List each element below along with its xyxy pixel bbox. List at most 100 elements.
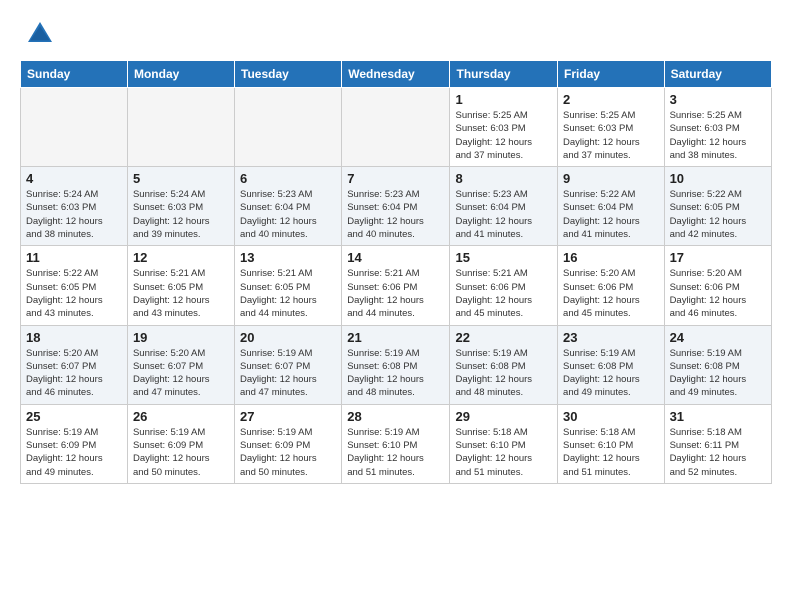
- calendar-cell: 9Sunrise: 5:22 AM Sunset: 6:04 PM Daylig…: [558, 167, 665, 246]
- day-info: Sunrise: 5:23 AM Sunset: 6:04 PM Dayligh…: [240, 188, 336, 241]
- day-number: 17: [670, 250, 766, 265]
- day-number: 19: [133, 330, 229, 345]
- day-info: Sunrise: 5:23 AM Sunset: 6:04 PM Dayligh…: [455, 188, 552, 241]
- calendar-cell: 7 Sunrise: 5:23 AM Sunset: 6:04 PM Daylig…: [342, 167, 450, 246]
- calendar-cell: 24 Sunrise: 5:19 AM Sunset: 6:08 PM Dayli…: [664, 325, 771, 404]
- weekday-header: Wednesday: [342, 61, 450, 88]
- day-info: Sunrise: 5:19 AM Sunset: 6:08 PM Dayligh…: [455, 347, 552, 400]
- day-number: 7: [347, 171, 444, 186]
- day-info: Sunrise: 5:22 AM Sunset: 6:05 PM Dayligh…: [26, 267, 122, 320]
- day-number: 4: [26, 171, 122, 186]
- day-info: Sunrise: 5:19 AM Sunset: 6:10 PM Dayligh…: [347, 426, 444, 479]
- calendar-cell: 6 Sunrise: 5:23 AM Sunset: 6:04 PM Daylig…: [235, 167, 342, 246]
- day-info: Sunrise: 5:24 AM Sunset: 6:03 PM Dayligh…: [26, 188, 122, 241]
- day-info: Sunrise: 5:21 AM Sunset: 6:06 PM Dayligh…: [347, 267, 444, 320]
- day-info: Sunrise: 5:21 AM Sunset: 6:05 PM Dayligh…: [240, 267, 336, 320]
- day-info: Sunrise: 5:23 AM Sunset: 6:04 PM Dayligh…: [347, 188, 444, 241]
- day-number: 27: [240, 409, 336, 424]
- calendar-cell: 4 Sunrise: 5:24 AM Sunset: 6:03 PM Daylig…: [21, 167, 128, 246]
- day-info: Sunrise: 5:20 AM Sunset: 6:06 PM Dayligh…: [670, 267, 766, 320]
- day-number: 5: [133, 171, 229, 186]
- day-number: 26: [133, 409, 229, 424]
- calendar-cell: 23 Sunrise: 5:19 AM Sunset: 6:08 PM Dayli…: [558, 325, 665, 404]
- calendar-cell: [21, 88, 128, 167]
- day-info: Sunrise: 5:21 AM Sunset: 6:06 PM Dayligh…: [455, 267, 552, 320]
- calendar-cell: 2 Sunrise: 5:25 AM Sunset: 6:03 PM Daylig…: [558, 88, 665, 167]
- calendar-table: SundayMondayTuesdayWednesdayThursdayFrid…: [20, 60, 772, 484]
- day-number: 8: [455, 171, 552, 186]
- calendar-cell: 15 Sunrise: 5:21 AM Sunset: 6:06 PM Dayli…: [450, 246, 558, 325]
- calendar-cell: 22Sunrise: 5:19 AM Sunset: 6:08 PM Dayli…: [450, 325, 558, 404]
- calendar-cell: 20 Sunrise: 5:19 AM Sunset: 6:07 PM Dayli…: [235, 325, 342, 404]
- day-number: 20: [240, 330, 336, 345]
- weekday-header: Saturday: [664, 61, 771, 88]
- day-number: 24: [670, 330, 766, 345]
- day-info: Sunrise: 5:22 AM Sunset: 6:05 PM Dayligh…: [670, 188, 766, 241]
- calendar-cell: 5Sunrise: 5:24 AM Sunset: 6:03 PM Daylig…: [127, 167, 234, 246]
- calendar-cell: 30Sunrise: 5:18 AM Sunset: 6:10 PM Dayli…: [558, 404, 665, 483]
- day-number: 28: [347, 409, 444, 424]
- day-info: Sunrise: 5:20 AM Sunset: 6:06 PM Dayligh…: [563, 267, 659, 320]
- logo: [24, 18, 60, 50]
- day-number: 13: [240, 250, 336, 265]
- calendar-header-row: SundayMondayTuesdayWednesdayThursdayFrid…: [21, 61, 772, 88]
- calendar-wrapper: SundayMondayTuesdayWednesdayThursdayFrid…: [0, 60, 792, 494]
- day-info: Sunrise: 5:21 AM Sunset: 6:05 PM Dayligh…: [133, 267, 229, 320]
- calendar-cell: 1 Sunrise: 5:25 AM Sunset: 6:03 PM Daylig…: [450, 88, 558, 167]
- day-info: Sunrise: 5:18 AM Sunset: 6:10 PM Dayligh…: [563, 426, 659, 479]
- day-info: Sunrise: 5:20 AM Sunset: 6:07 PM Dayligh…: [133, 347, 229, 400]
- day-info: Sunrise: 5:19 AM Sunset: 6:07 PM Dayligh…: [240, 347, 336, 400]
- calendar-cell: 16 Sunrise: 5:20 AM Sunset: 6:06 PM Dayli…: [558, 246, 665, 325]
- calendar-cell: 13 Sunrise: 5:21 AM Sunset: 6:05 PM Dayli…: [235, 246, 342, 325]
- calendar-cell: 29 Sunrise: 5:18 AM Sunset: 6:10 PM Dayli…: [450, 404, 558, 483]
- day-number: 21: [347, 330, 444, 345]
- day-number: 1: [455, 92, 552, 107]
- calendar-cell: 25Sunrise: 5:19 AM Sunset: 6:09 PM Dayli…: [21, 404, 128, 483]
- day-number: 12: [133, 250, 229, 265]
- calendar-cell: 28 Sunrise: 5:19 AM Sunset: 6:10 PM Dayli…: [342, 404, 450, 483]
- calendar-cell: 31 Sunrise: 5:18 AM Sunset: 6:11 PM Dayli…: [664, 404, 771, 483]
- day-number: 11: [26, 250, 122, 265]
- day-info: Sunrise: 5:19 AM Sunset: 6:08 PM Dayligh…: [563, 347, 659, 400]
- day-info: Sunrise: 5:19 AM Sunset: 6:08 PM Dayligh…: [670, 347, 766, 400]
- calendar-cell: 17 Sunrise: 5:20 AM Sunset: 6:06 PM Dayli…: [664, 246, 771, 325]
- day-number: 3: [670, 92, 766, 107]
- calendar-cell: [342, 88, 450, 167]
- day-info: Sunrise: 5:19 AM Sunset: 6:09 PM Dayligh…: [133, 426, 229, 479]
- weekday-header: Thursday: [450, 61, 558, 88]
- day-number: 16: [563, 250, 659, 265]
- day-number: 2: [563, 92, 659, 107]
- calendar-cell: 14 Sunrise: 5:21 AM Sunset: 6:06 PM Dayli…: [342, 246, 450, 325]
- logo-icon: [24, 18, 56, 50]
- calendar-cell: 10Sunrise: 5:22 AM Sunset: 6:05 PM Dayli…: [664, 167, 771, 246]
- day-info: Sunrise: 5:25 AM Sunset: 6:03 PM Dayligh…: [455, 109, 552, 162]
- day-number: 31: [670, 409, 766, 424]
- day-number: 6: [240, 171, 336, 186]
- calendar-cell: 8 Sunrise: 5:23 AM Sunset: 6:04 PM Daylig…: [450, 167, 558, 246]
- day-number: 9: [563, 171, 659, 186]
- calendar-cell: 19 Sunrise: 5:20 AM Sunset: 6:07 PM Dayli…: [127, 325, 234, 404]
- calendar-week-row: 25Sunrise: 5:19 AM Sunset: 6:09 PM Dayli…: [21, 404, 772, 483]
- weekday-header: Tuesday: [235, 61, 342, 88]
- calendar-cell: [127, 88, 234, 167]
- calendar-week-row: 11 Sunrise: 5:22 AM Sunset: 6:05 PM Dayli…: [21, 246, 772, 325]
- day-number: 29: [455, 409, 552, 424]
- calendar-cell: 11 Sunrise: 5:22 AM Sunset: 6:05 PM Dayli…: [21, 246, 128, 325]
- calendar-cell: 21Sunrise: 5:19 AM Sunset: 6:08 PM Dayli…: [342, 325, 450, 404]
- day-info: Sunrise: 5:25 AM Sunset: 6:03 PM Dayligh…: [563, 109, 659, 162]
- day-number: 14: [347, 250, 444, 265]
- day-info: Sunrise: 5:19 AM Sunset: 6:09 PM Dayligh…: [26, 426, 122, 479]
- calendar-cell: 26 Sunrise: 5:19 AM Sunset: 6:09 PM Dayli…: [127, 404, 234, 483]
- day-info: Sunrise: 5:19 AM Sunset: 6:09 PM Dayligh…: [240, 426, 336, 479]
- day-number: 23: [563, 330, 659, 345]
- calendar-week-row: 1 Sunrise: 5:25 AM Sunset: 6:03 PM Daylig…: [21, 88, 772, 167]
- weekday-header: Monday: [127, 61, 234, 88]
- calendar-week-row: 4 Sunrise: 5:24 AM Sunset: 6:03 PM Daylig…: [21, 167, 772, 246]
- calendar-week-row: 18Sunrise: 5:20 AM Sunset: 6:07 PM Dayli…: [21, 325, 772, 404]
- calendar-cell: [235, 88, 342, 167]
- day-info: Sunrise: 5:18 AM Sunset: 6:11 PM Dayligh…: [670, 426, 766, 479]
- day-info: Sunrise: 5:20 AM Sunset: 6:07 PM Dayligh…: [26, 347, 122, 400]
- day-info: Sunrise: 5:18 AM Sunset: 6:10 PM Dayligh…: [455, 426, 552, 479]
- day-number: 15: [455, 250, 552, 265]
- calendar-cell: 3Sunrise: 5:25 AM Sunset: 6:03 PM Daylig…: [664, 88, 771, 167]
